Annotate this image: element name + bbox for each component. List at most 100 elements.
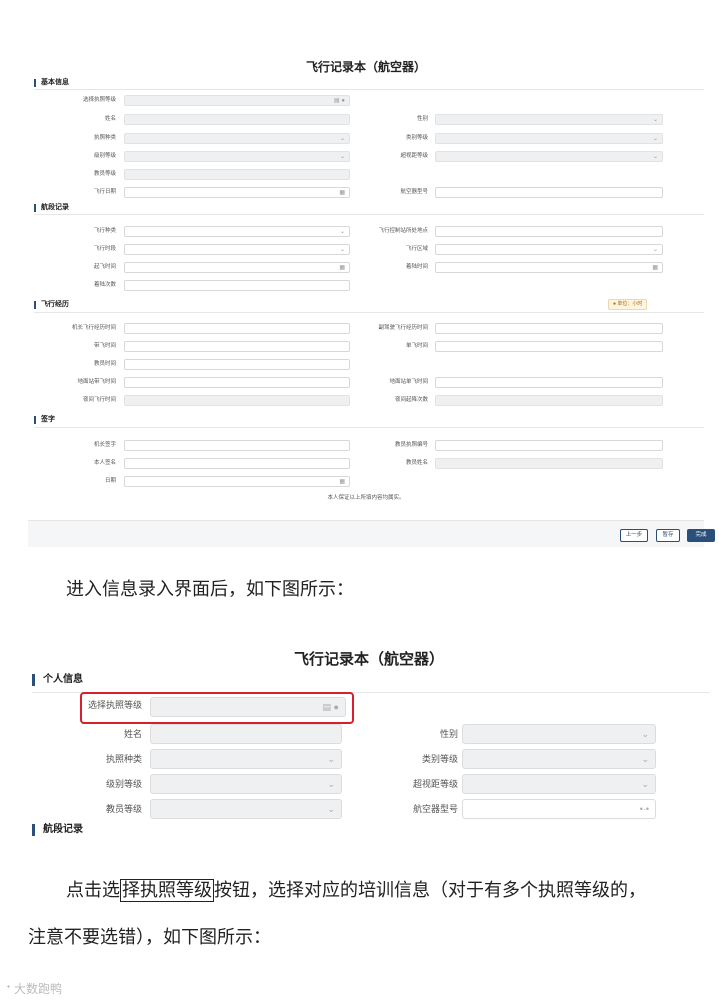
license-type-select-zoom[interactable]: ⌄ [150,749,342,769]
label-landing-count: 着陆次数 [93,282,116,288]
badge-text: 单位：小时 [617,301,643,307]
instructor-license-input[interactable] [435,440,663,451]
form-screenshot-zoom: 飞行记录本（航空器） 个人信息 选择执照等级 ▤ ● 姓名 性别 ⌄ 执照种类 … [28,636,710,836]
save-draft-button[interactable]: 暂存 [656,529,680,542]
section-leg-record-zoom: 航段记录 [32,824,83,836]
label-license-type: 执照种类 [93,135,116,141]
instruction-paragraph-2: 点击选 择执照等级 按钮，选择对应的培训信息（对于有多个执照等级的， [66,878,646,904]
label-copilot-time: 副驾驶飞行经历时间 [378,325,428,331]
label-over-range: 超视距等级 [400,153,428,159]
label-name-zoom: 姓名 [123,729,142,739]
license-type-select[interactable]: ⌄ [124,133,350,144]
name-field[interactable] [124,114,350,125]
chevron-down-icon: ⌄ [641,729,649,739]
flight-date-input[interactable]: ▦ [124,187,350,198]
over-range-select[interactable]: ⌄ [435,151,663,162]
label-landing-time: 着陆时间 [405,264,428,270]
chevron-down-icon: ⌄ [339,136,345,142]
section-flight-experience: 飞行经历 [34,301,69,309]
aircraft-model-input[interactable] [435,187,663,198]
sign-date-input[interactable]: ▦ [124,476,350,487]
divider [34,214,704,215]
label-instructor-license: 教员执照编号 [394,442,428,448]
class-level-select-zoom[interactable]: ⌄ [462,749,656,769]
para2-highlight: 择执照等级 [120,879,214,902]
form-screenshot-full: 飞行记录本（航空器） 基本信息 选择执照等级 ▤ ● 姓名 性别 ⌄ 执照种类 … [28,46,715,547]
instruction-paragraph-1: 进入信息录入界面后，如下图所示： [66,579,354,600]
prev-button[interactable]: 上一步 [620,529,648,542]
divider [34,312,704,313]
label-flight-period: 飞行时段 [93,246,116,252]
chevron-down-icon: ⌄ [327,804,335,814]
label-captain-time: 机长飞行经历时间 [71,325,116,331]
declaration-note: 本人保证以上所填内容均属实。 [327,495,405,501]
sim-solo-input[interactable] [435,377,663,388]
chevron-down-icon: ⌄ [652,247,658,253]
captain-sign-input[interactable] [124,440,350,451]
calendar-icon[interactable]: ▦ [339,478,345,486]
divider [34,427,704,428]
watermark-logo-icon: ᐩ [6,982,11,996]
flight-period-select[interactable]: ⌄ [124,244,350,255]
captain-time-input[interactable] [124,323,350,334]
label-sim-dual: 地面站带飞时间 [77,379,116,385]
chevron-down-icon: ⌄ [641,779,649,789]
page-title: 飞行记录本（航空器） [305,60,426,74]
chevron-down-icon: ⌄ [327,754,335,764]
airport-input[interactable] [435,226,663,237]
label-sim-solo: 地面站单飞时间 [389,379,428,385]
label-instructor-level: 教员等级 [93,171,116,177]
name-field-zoom[interactable] [150,724,342,744]
section-personal-info: 个人信息 [32,674,83,686]
chevron-down-icon: ⌄ [327,779,335,789]
section-basic-info: 基本信息 [34,79,69,87]
calendar-icon[interactable]: ▦ [339,264,345,272]
label-airport: 飞行控制站所处地点 [378,228,428,234]
watermark-text: 大数跑鸭 [14,982,63,996]
license-level-select[interactable]: ▤ ● [124,95,350,106]
chevron-down-icon: ⌄ [339,154,345,160]
label-flight-type: 飞行种类 [93,228,116,234]
instructor-time-input[interactable] [124,359,350,370]
flight-type-select[interactable]: ⌄ [124,226,350,237]
chevron-down-icon: ⌄ [652,117,658,123]
dual-time-input[interactable] [124,341,350,352]
night-landing-field[interactable] [435,395,663,406]
gender-select[interactable]: ⌄ [435,114,663,125]
sim-dual-input[interactable] [124,377,350,388]
night-time-field[interactable] [124,395,350,406]
takeoff-time-input[interactable]: ▦ [124,262,350,273]
gender-select-zoom[interactable]: ⌄ [462,724,656,744]
instructor-name-field[interactable] [435,458,663,469]
solo-time-input[interactable] [435,341,663,352]
page-title-zoom: 飞行记录本（航空器） [293,651,444,668]
self-sign-input[interactable] [124,458,350,469]
finish-button[interactable]: 完成 [687,529,715,542]
aircraft-model-input-zoom[interactable]: •·• [462,799,656,819]
label-license-type-zoom: 执照种类 [105,754,142,764]
select-icon[interactable]: ▤ ● [334,97,345,105]
instructor-level-select[interactable] [124,169,350,180]
watermark: ᐩ 大数跑鸭 [6,980,62,997]
instructor-level-select-zoom[interactable]: ⌄ [150,799,342,819]
class-level-select[interactable]: ⌄ [435,133,663,144]
landing-time-input[interactable]: ▦ [435,262,663,273]
label-grade-level-zoom: 级别等级 [105,779,142,789]
chevron-down-icon: ⌄ [339,229,345,235]
calendar-icon[interactable]: ▦ [652,264,658,272]
label-gender: 性别 [416,116,428,122]
flight-area-select[interactable]: ⌄ [435,244,663,255]
label-dual-time: 带飞时间 [93,343,116,349]
grade-level-select[interactable]: ⌄ [124,151,350,162]
calendar-icon[interactable]: ▦ [339,189,345,197]
label-aircraft-model: 航空器型号 [400,189,428,195]
label-self-sign: 本人签名 [93,460,116,466]
label-license-level: 选择执照等级 [82,97,116,103]
landing-count-input[interactable] [124,280,350,291]
label-instructor-time: 教员时间 [93,361,116,367]
more-icon[interactable]: •·• [640,803,649,815]
over-range-select-zoom[interactable]: ⌄ [462,774,656,794]
badge-icon: ● [613,301,617,307]
copilot-time-input[interactable] [435,323,663,334]
grade-level-select-zoom[interactable]: ⌄ [150,774,342,794]
